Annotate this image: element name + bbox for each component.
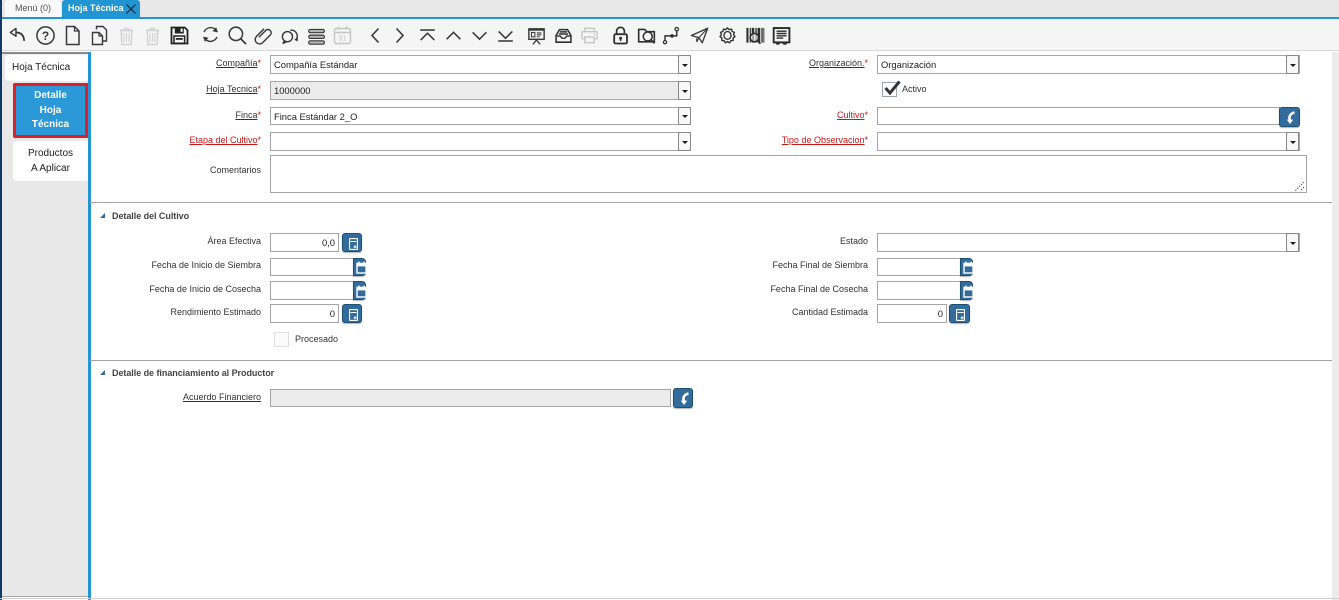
svg-text:?: ? (42, 29, 49, 43)
svg-text:31: 31 (338, 34, 346, 43)
